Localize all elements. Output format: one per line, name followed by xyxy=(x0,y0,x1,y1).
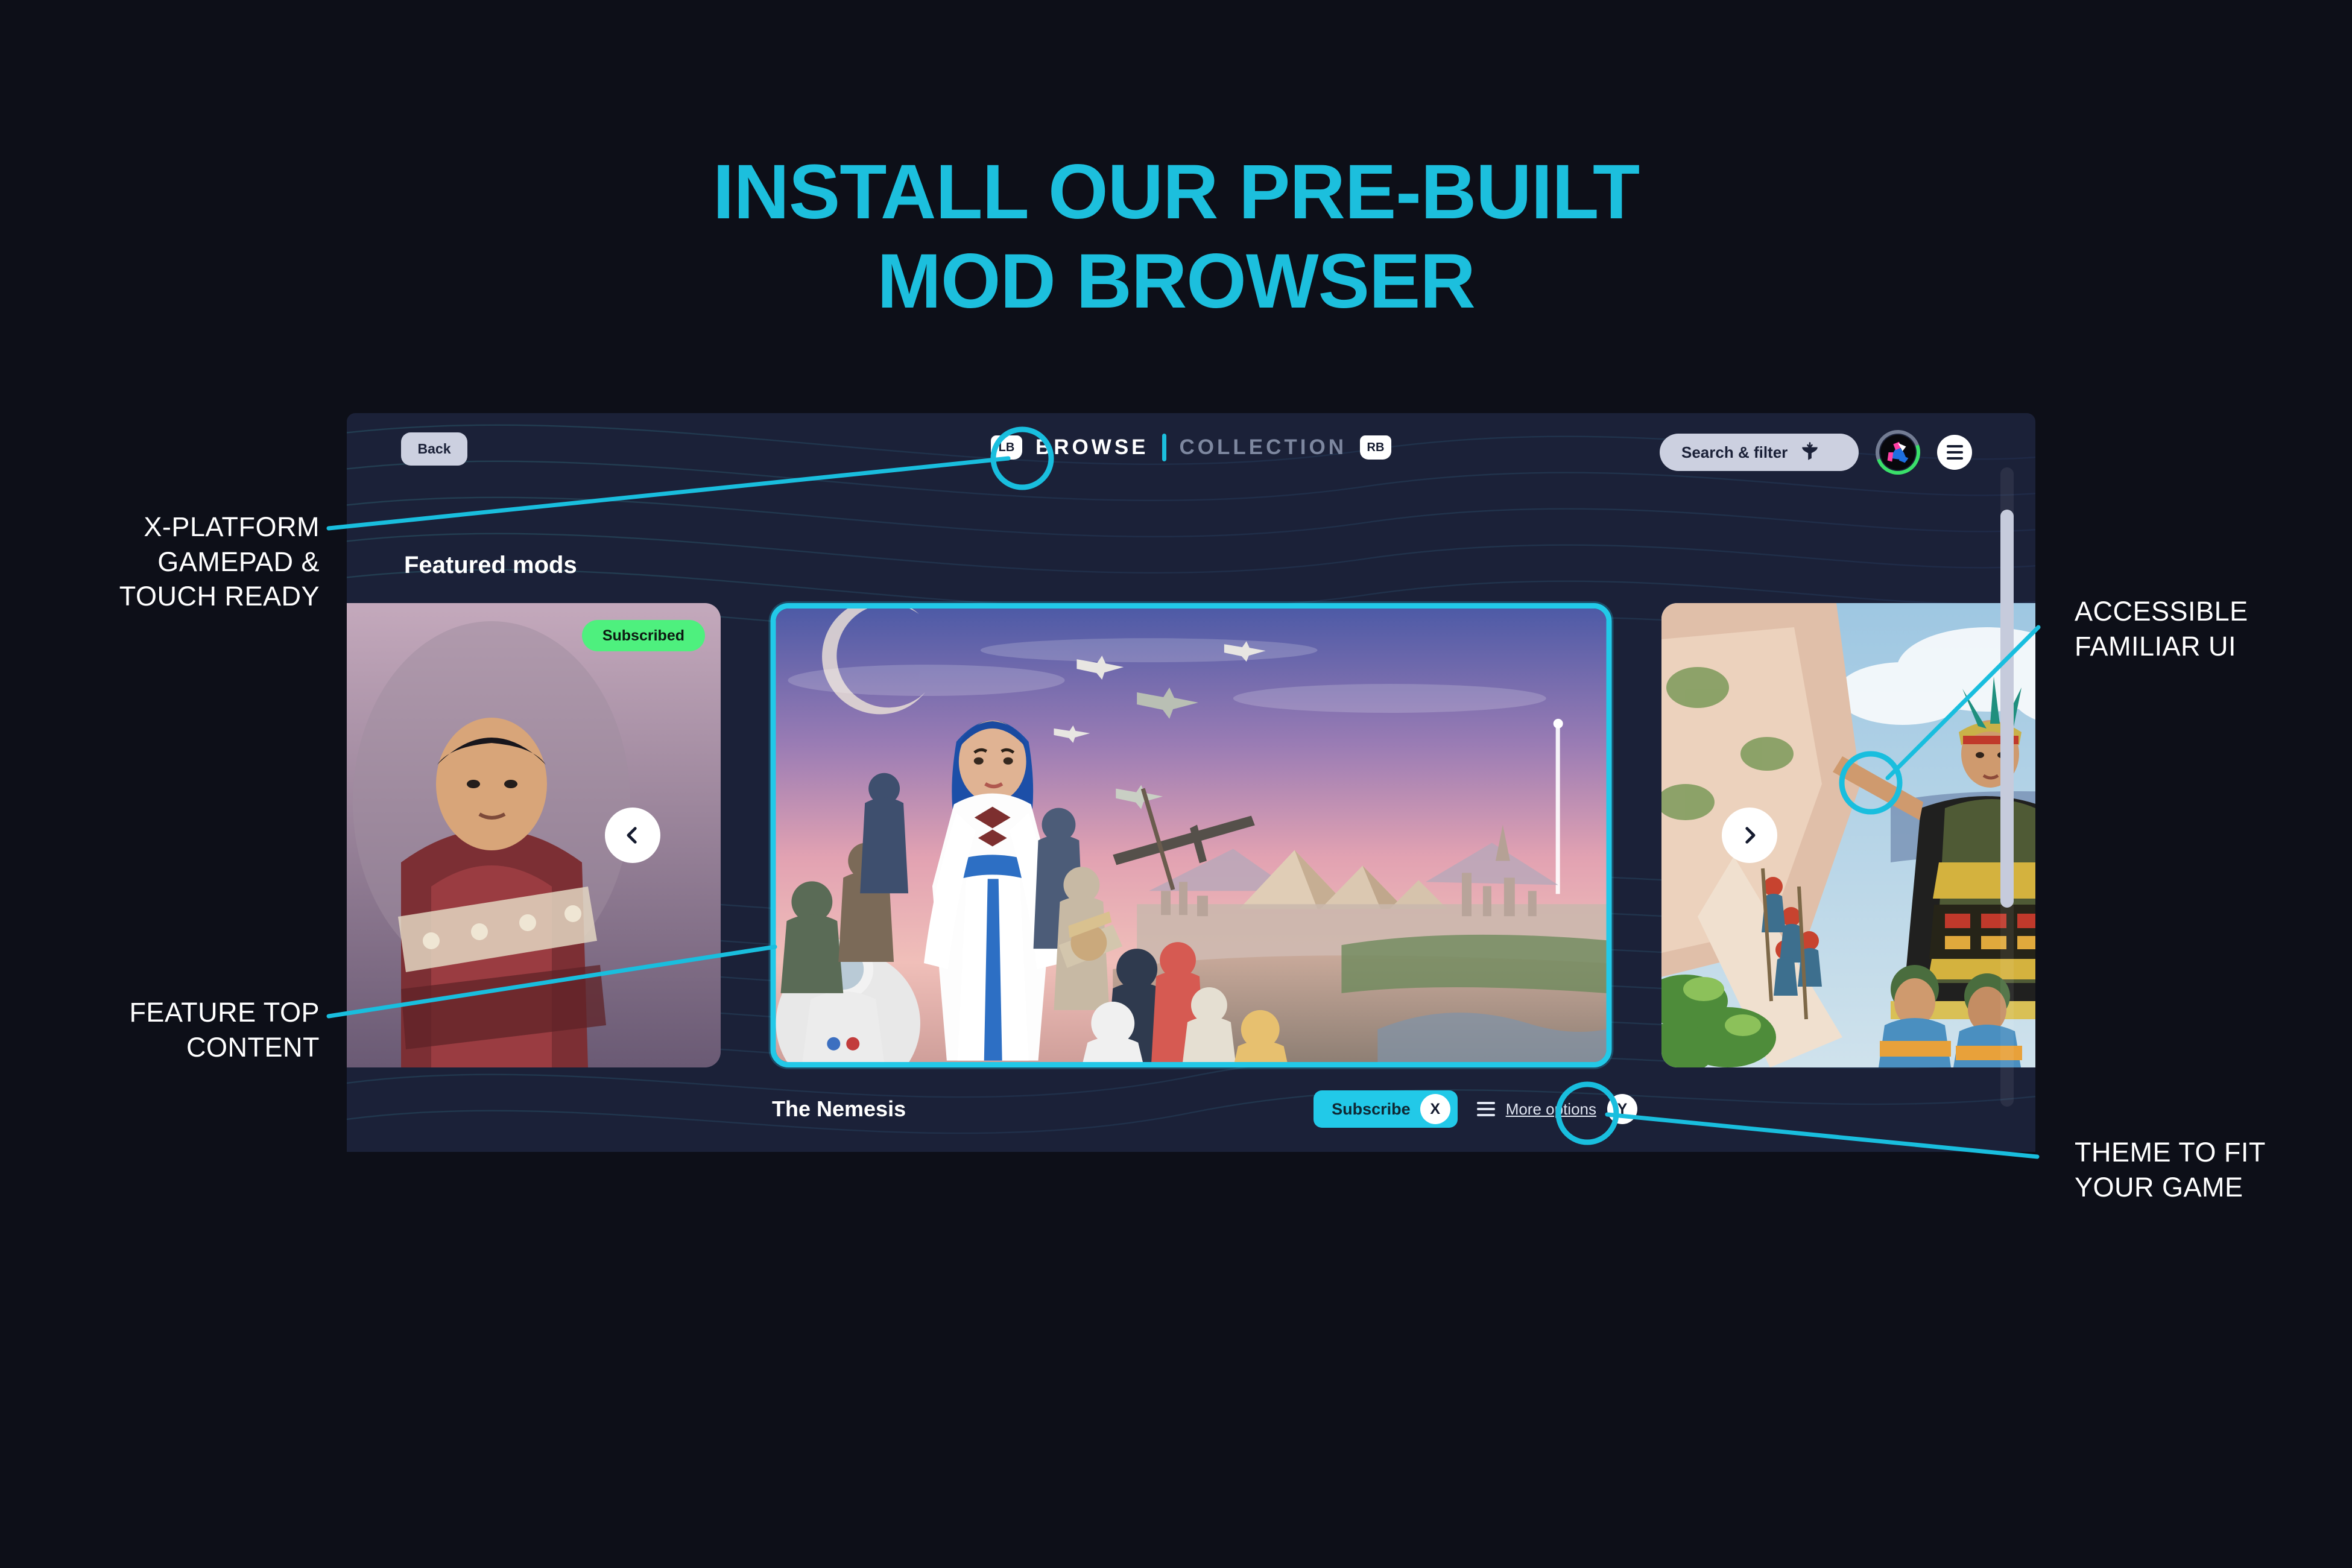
card-badge: Subscribed xyxy=(581,620,705,651)
annotation-line: FEATURE TOP xyxy=(129,997,320,1028)
annotation-line: THEME TO FIT xyxy=(2075,1137,2266,1168)
nav-tabs: LB BROWSE COLLECTION RB xyxy=(991,434,1391,461)
search-filter-button[interactable]: Search & filter xyxy=(1660,434,1859,471)
hamburger-line xyxy=(1946,445,1963,447)
left-bumper-label: LB xyxy=(998,440,1015,454)
featured-carousel: Subscribed xyxy=(347,603,2035,1067)
chevron-right-icon xyxy=(1745,827,1756,844)
subscribe-button[interactable]: Subscribe X xyxy=(1314,1090,1458,1128)
main-featured-card[interactable] xyxy=(770,603,1612,1067)
subscribe-label: Subscribe xyxy=(1332,1099,1411,1118)
chevron-left-icon xyxy=(627,827,637,844)
right-bumper-icon: RB xyxy=(1359,435,1391,460)
annotation-line: X-PLATFORM xyxy=(144,511,320,542)
list-icon xyxy=(1476,1102,1495,1116)
featured-mod-title: The Nemesis xyxy=(772,1096,906,1121)
featured-prev-button[interactable] xyxy=(605,808,660,863)
annotation-line: FAMILIAR UI xyxy=(2075,630,2237,662)
featured-next-button[interactable] xyxy=(1722,808,1777,863)
more-options-key-badge: Y xyxy=(1607,1094,1637,1124)
left-preview-card[interactable]: Subscribed xyxy=(347,603,721,1067)
annotation-line: CONTENT xyxy=(186,1031,320,1063)
scrollbar-thumb[interactable] xyxy=(2000,510,2014,908)
annotation-line: TOUCH READY xyxy=(119,581,320,612)
left-bumper-icon: LB xyxy=(991,435,1023,460)
annotation-line: YOUR GAME xyxy=(2075,1171,2243,1203)
back-button-label: Back xyxy=(417,441,451,457)
poster-root: INSTALL OUR PRE-BUILT MOD BROWSER Back L… xyxy=(0,0,2352,1568)
annotation-theme-to-fit-your-game: THEME TO FIT YOUR GAME xyxy=(2075,1135,2340,1204)
annotation-line: GAMEPAD & xyxy=(157,546,320,577)
topbar-actions: Search & filter xyxy=(1660,422,1972,482)
tab-collection[interactable]: COLLECTION xyxy=(1180,435,1347,460)
app-topbar: Back LB BROWSE COLLECTION RB Search & fi… xyxy=(347,413,2035,482)
mod-browser-window: Back LB BROWSE COLLECTION RB Search & fi… xyxy=(347,413,2035,1152)
annotation-accessible-familiar-ui: ACCESSIBLE FAMILIAR UI xyxy=(2075,594,2340,663)
hamburger-menu-button[interactable] xyxy=(1937,435,1972,470)
headline-line-1: INSTALL OUR PRE-BUILT xyxy=(712,149,1640,235)
avatar[interactable] xyxy=(1868,422,1928,482)
annotation-feature-top-content: FEATURE TOP CONTENT xyxy=(36,995,320,1064)
hamburger-line xyxy=(1946,457,1963,460)
featured-meta-row: The Nemesis Subscribe X More options Y xyxy=(347,1086,2035,1143)
more-options-label: More options xyxy=(1505,1099,1596,1118)
right-bumper-label: RB xyxy=(1367,440,1385,454)
page-title: INSTALL OUR PRE-BUILT MOD BROWSER xyxy=(0,148,2352,327)
tab-divider xyxy=(1162,434,1166,461)
vertical-scrollbar[interactable] xyxy=(2000,467,2014,1107)
subscribe-key-badge: X xyxy=(1420,1094,1450,1124)
featured-actions: Subscribe X More options Y xyxy=(1314,1090,1637,1128)
tab-browse[interactable]: BROWSE xyxy=(1035,435,1149,460)
annotation-x-platform: X-PLATFORM GAMEPAD & TOUCH READY xyxy=(36,510,320,614)
right-preview-card[interactable] xyxy=(1661,603,2035,1067)
more-options-button[interactable]: More options Y xyxy=(1476,1094,1637,1124)
hamburger-line xyxy=(1946,451,1963,454)
search-filter-label: Search & filter xyxy=(1681,443,1788,461)
avatar-image xyxy=(1880,435,1915,470)
headline-line-2: MOD BROWSER xyxy=(877,238,1476,325)
filter-icon xyxy=(1802,442,1818,460)
back-button[interactable]: Back xyxy=(401,432,467,466)
featured-section-title: Featured mods xyxy=(404,552,577,578)
annotation-line: ACCESSIBLE xyxy=(2075,596,2248,627)
